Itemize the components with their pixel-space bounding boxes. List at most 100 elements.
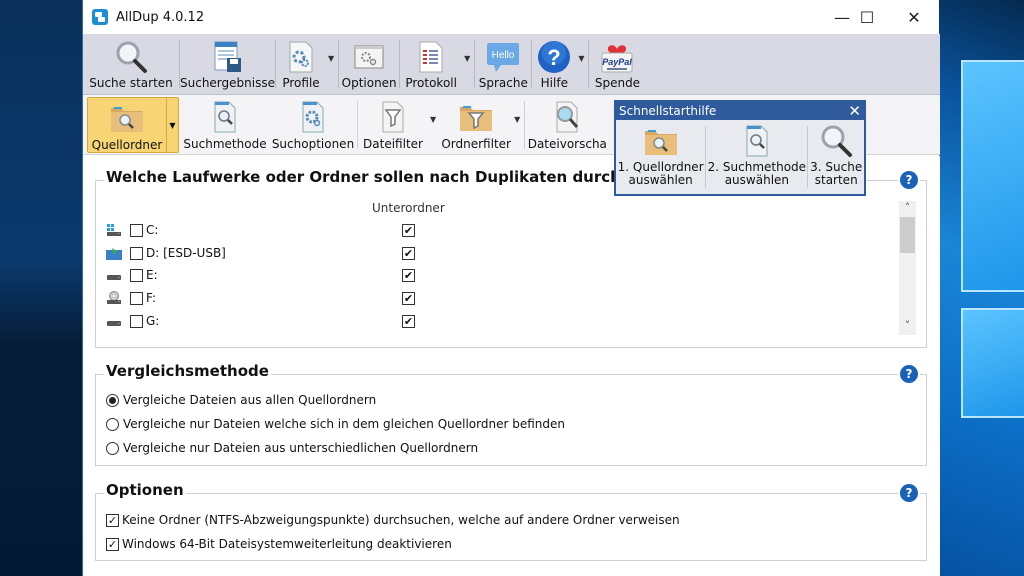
donate-button[interactable]: PayPal Spende bbox=[589, 34, 645, 95]
svg-text:PayPal: PayPal bbox=[603, 57, 633, 67]
subfolder-column-header: Unterordner bbox=[372, 201, 445, 215]
button-label: Suchergebnisse bbox=[180, 76, 275, 90]
windows-logo-pane bbox=[961, 308, 1024, 418]
option-64bit-redirect[interactable]: ✓ Windows 64-Bit Dateisystemweiterleitun… bbox=[106, 537, 452, 551]
main-toolbar: Suche starten Suchergebnisse Profile ▼ O… bbox=[83, 34, 940, 95]
compare-method-group: Vergleichsmethode ? Vergleiche Dateien a… bbox=[95, 362, 927, 466]
hello-bubble-icon: Hello bbox=[486, 40, 520, 74]
compare-help-icon[interactable]: ? bbox=[900, 365, 918, 383]
source-folder-dropdown-arrow[interactable]: ▼ bbox=[166, 98, 178, 152]
close-button[interactable]: ✕ bbox=[891, 0, 937, 34]
drives-scrollbar[interactable]: ˄ ˅ bbox=[899, 201, 916, 335]
folder-search-icon bbox=[644, 124, 678, 158]
quickstart-title: Schnellstarthilfe bbox=[619, 104, 717, 118]
svg-text:Hello: Hello bbox=[492, 50, 515, 61]
compare-group-title: Vergleichsmethode bbox=[104, 362, 271, 380]
help-icon: ? bbox=[537, 40, 571, 74]
options-help-icon[interactable]: ? bbox=[900, 484, 918, 502]
profile-gear-icon bbox=[284, 40, 318, 74]
help-dropdown-arrow[interactable]: ▼ bbox=[578, 54, 584, 63]
quickstart-popup: Schnellstarthilfe ✕ 1. Quellordner auswä… bbox=[614, 100, 866, 196]
button-label: Suche starten bbox=[89, 76, 173, 90]
source-folder-button[interactable]: Quellordner ▼ bbox=[87, 97, 179, 153]
help-button[interactable]: ? Hilfe bbox=[532, 34, 576, 95]
step-label: starten bbox=[814, 173, 858, 187]
scroll-thumb[interactable] bbox=[900, 217, 915, 253]
title-bar: AllDup 4.0.12 bbox=[83, 0, 939, 34]
app-icon bbox=[92, 9, 108, 25]
magnifier-icon bbox=[114, 40, 148, 74]
folder-filter-button[interactable]: Ordnerfilter bbox=[440, 95, 512, 153]
drive-row-c: C: bbox=[106, 223, 158, 237]
log-dropdown-arrow[interactable]: ▼ bbox=[464, 54, 470, 63]
compare-option-different[interactable]: Vergleiche nur Dateien aus unterschiedli… bbox=[106, 441, 478, 455]
button-label: Optionen bbox=[341, 76, 397, 90]
quickstart-title-bar: Schnellstarthilfe ✕ bbox=[616, 102, 864, 120]
drive-checkbox[interactable] bbox=[130, 268, 143, 282]
profile-button[interactable]: Profile bbox=[276, 34, 326, 95]
document-filter-icon bbox=[376, 101, 410, 133]
quickstart-step-start-search[interactable]: 3. Suche starten bbox=[808, 120, 864, 194]
drive-row-f: F: bbox=[106, 291, 156, 305]
subfolder-checkbox-g[interactable]: ✔ bbox=[402, 315, 415, 328]
drive-checkbox[interactable] bbox=[130, 291, 143, 305]
option-checkbox[interactable]: ✓ bbox=[106, 513, 119, 527]
button-label: Dateivorscha bbox=[527, 137, 607, 151]
optical-drive-icon bbox=[106, 291, 122, 305]
file-filter-button[interactable]: Dateifilter bbox=[358, 95, 428, 153]
folder-search-icon bbox=[110, 102, 144, 134]
search-results-button[interactable]: Suchergebnisse bbox=[180, 34, 275, 95]
log-icon bbox=[414, 40, 448, 74]
option-ntfs-junctions[interactable]: ✓ Keine Ordner (NTFS-Abzweigungspunkte) … bbox=[106, 513, 680, 527]
file-filter-dropdown-arrow[interactable]: ▼ bbox=[430, 115, 436, 124]
options-button[interactable]: Optionen bbox=[339, 34, 399, 95]
quickstart-step-search-method[interactable]: 2. Suchmethode auswählen bbox=[706, 120, 807, 194]
radio-label: Vergleiche nur Dateien welche sich in de… bbox=[123, 417, 565, 431]
button-label: Dateifilter bbox=[363, 137, 423, 151]
drives-group: Welche Laufwerke oder Ordner sollen nach… bbox=[95, 168, 927, 348]
options-group: Optionen ? ✓ Keine Ordner (NTFS-Abzweigu… bbox=[95, 481, 927, 561]
main-content: Welche Laufwerke oder Ordner sollen nach… bbox=[83, 156, 940, 576]
desktop-background bbox=[939, 0, 1024, 576]
search-start-button[interactable]: Suche starten bbox=[83, 34, 179, 95]
profile-dropdown-arrow[interactable]: ▼ bbox=[328, 54, 334, 63]
subfolder-checkbox-e[interactable]: ✔ bbox=[402, 269, 415, 282]
radio-button[interactable] bbox=[106, 441, 119, 455]
folder-filter-dropdown-arrow[interactable]: ▼ bbox=[514, 115, 520, 124]
search-options-button[interactable]: Suchoptionen bbox=[269, 95, 357, 153]
search-method-button[interactable]: Suchmethode bbox=[181, 95, 269, 153]
language-button[interactable]: Hello Sprache bbox=[475, 34, 531, 95]
quickstart-step-source-folder[interactable]: 1. Quellordner auswählen bbox=[616, 120, 705, 194]
radio-button[interactable] bbox=[106, 393, 119, 407]
window-title: AllDup 4.0.12 bbox=[116, 9, 205, 25]
drive-checkbox[interactable] bbox=[130, 223, 143, 237]
alldup-window: AllDup 4.0.12 — ☐ ✕ Suche starten Sucher… bbox=[82, 0, 940, 576]
compare-option-same[interactable]: Vergleiche nur Dateien welche sich in de… bbox=[106, 417, 565, 431]
drive-row-e: E: bbox=[106, 268, 158, 282]
radio-button[interactable] bbox=[106, 417, 119, 431]
option-label: Windows 64-Bit Dateisystemweiterleitung … bbox=[122, 537, 452, 551]
compare-option-all[interactable]: Vergleiche Dateien aus allen Quellordner… bbox=[106, 393, 376, 407]
step-label: auswählen bbox=[628, 173, 693, 187]
scroll-up-button[interactable]: ˄ bbox=[899, 201, 916, 217]
subfolder-checkbox-f[interactable]: ✔ bbox=[402, 292, 415, 305]
log-button[interactable]: Protokoll bbox=[400, 34, 462, 95]
button-label: Suchmethode bbox=[183, 137, 267, 151]
quickstart-close-icon[interactable]: ✕ bbox=[848, 102, 861, 120]
drives-help-icon[interactable]: ? bbox=[900, 171, 918, 189]
file-preview-button[interactable]: Dateivorscha bbox=[525, 95, 609, 153]
scroll-down-button[interactable]: ˅ bbox=[899, 319, 916, 335]
drive-checkbox[interactable] bbox=[130, 246, 143, 260]
option-checkbox[interactable]: ✓ bbox=[106, 537, 119, 551]
option-label: Keine Ordner (NTFS-Abzweigungspunkte) du… bbox=[122, 513, 680, 527]
document-search-icon bbox=[208, 101, 242, 133]
drive-checkbox[interactable] bbox=[130, 314, 143, 328]
maximize-button[interactable]: ☐ bbox=[844, 0, 890, 34]
file-preview-icon bbox=[550, 101, 584, 133]
radio-label: Vergleiche Dateien aus allen Quellordner… bbox=[123, 393, 377, 407]
drive-row-g: G: bbox=[106, 314, 159, 328]
subfolder-checkbox-c[interactable]: ✔ bbox=[402, 224, 415, 237]
subfolder-checkbox-d[interactable]: ✔ bbox=[402, 247, 415, 260]
options-group-title: Optionen bbox=[104, 481, 186, 499]
button-label: Profile bbox=[282, 76, 320, 90]
